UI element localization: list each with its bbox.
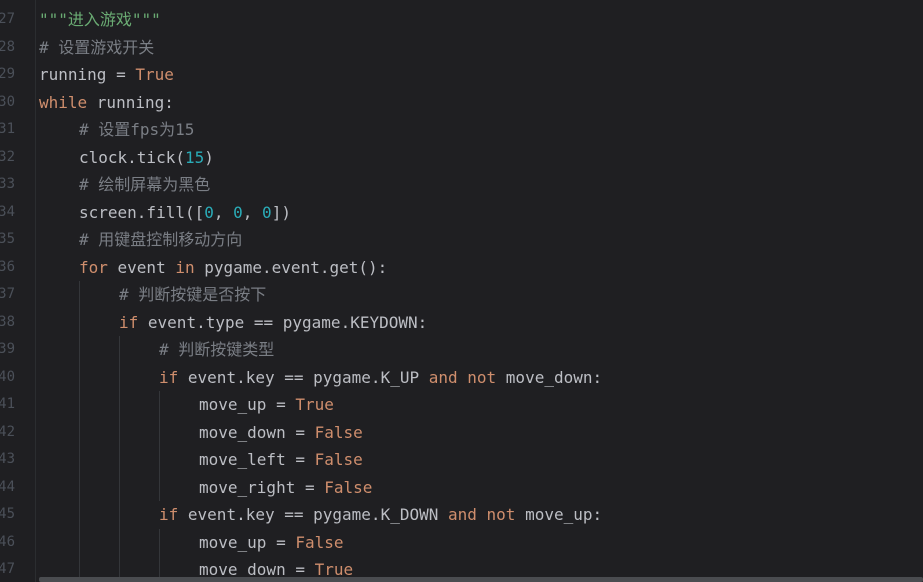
line-number: 34 [0, 203, 15, 220]
code-token: False [314, 450, 363, 469]
code-line: move_down = False [199, 419, 363, 447]
line-number: 31 [0, 121, 15, 137]
line-number: 35 [0, 231, 15, 247]
code-line: screen.fill([0, 0, 0]) [79, 199, 291, 227]
line-number: 37 [0, 286, 15, 302]
line-number: 28 [0, 38, 15, 55]
code-token: 0 [204, 202, 214, 222]
code-token: , [213, 202, 234, 222]
code-token: event.key == pygame.K_DOWN [187, 505, 448, 524]
code-token: if [119, 312, 148, 332]
line-number: 39 [0, 341, 15, 357]
code-token: pygame.event.get(): [204, 257, 388, 277]
code-line: for event in pygame.event.get(): [79, 254, 387, 282]
code-token: # 判断按键类型 [159, 340, 275, 359]
code-token: event [117, 257, 176, 277]
code-token: for [79, 257, 118, 277]
indent-guide [79, 281, 80, 582]
line-number: 43 [0, 451, 15, 467]
horizontal-scrollbar[interactable] [39, 577, 923, 582]
code-line: while running: [39, 89, 174, 117]
code-token: , [242, 202, 263, 222]
code-token: """进入游戏""" [39, 10, 161, 29]
code-token: event.key == pygame.K_UP [187, 367, 429, 387]
line-number: 29 [0, 66, 15, 82]
code-token: in [175, 257, 205, 277]
line-number: 46 [0, 533, 15, 550]
code-token: 0 [262, 202, 272, 222]
code-line: move_left = False [199, 446, 363, 474]
indent-guide [159, 391, 160, 501]
code-token: screen.fill([ [79, 202, 205, 222]
code-token: # 设置fps为15 [79, 120, 195, 139]
code-token: move_up = [199, 395, 296, 414]
line-number: 36 [0, 258, 15, 275]
line-number: 41 [0, 396, 15, 412]
code-token: # 用键盘控制移动方向 [79, 230, 243, 249]
code-token: move_down: [505, 367, 603, 387]
code-token: # 绘制屏幕为黑色 [79, 175, 211, 194]
code-line: if event.type == pygame.KEYDOWN: [119, 309, 427, 337]
code-token: move_left = [199, 450, 315, 469]
code-token: ]) [271, 202, 291, 222]
line-number: 44 [0, 478, 15, 495]
line-number: 33 [0, 176, 15, 192]
code-token: clock.tick( [79, 147, 185, 167]
line-number: 40 [0, 368, 15, 385]
code-line: """进入游戏""" [39, 6, 161, 34]
code-token: False [314, 422, 363, 442]
line-number: 42 [0, 423, 15, 440]
code-token: and not [448, 505, 526, 524]
code-token: True [135, 65, 174, 84]
line-number: 30 [0, 93, 15, 110]
code-token: # 设置游戏开关 [39, 37, 155, 57]
code-token: True [295, 395, 334, 414]
line-number: 27 [0, 11, 15, 27]
code-line: # 设置游戏开关 [39, 34, 154, 62]
code-line: move_right = False [199, 474, 372, 502]
line-number: 47 [0, 561, 15, 577]
code-line: if event.key == pygame.K_DOWN and not mo… [159, 501, 602, 529]
code-token: running: [96, 92, 174, 112]
code-token: # 判断按键是否按下 [119, 285, 267, 304]
code-area[interactable]: """进入游戏""" # 设置游戏开关 running = True while ru… [39, 0, 923, 582]
indent-guide [119, 336, 120, 582]
line-number: 45 [0, 506, 15, 522]
code-token: if [159, 367, 188, 387]
code-token: False [295, 532, 344, 552]
code-line: move_up = False [199, 529, 344, 557]
code-token: move_up = [199, 532, 296, 552]
code-line: move_up = True [199, 391, 334, 419]
code-line: # 判断按键是否按下 [119, 281, 266, 309]
line-number: 32 [0, 148, 15, 165]
indent-guide [159, 528, 160, 582]
code-token: 0 [233, 202, 243, 222]
code-token: move_down = [199, 422, 315, 442]
code-token: 15 [184, 147, 205, 167]
code-line: # 用键盘控制移动方向 [79, 226, 242, 254]
code-token: if [159, 505, 188, 524]
code-editor[interactable]: 27 28 29 30 31 32 33 34 35 36 37 38 39 40 41 42 43 44 45 46… [0, 0, 923, 582]
code-token: move_right = [199, 477, 325, 497]
code-token: while [39, 92, 97, 112]
code-line: # 判断按键类型 [159, 336, 274, 364]
line-number-gutter: 27 28 29 30 31 32 33 34 35 36 37 38 39 40 41 42 43 44 45 46… [0, 0, 36, 582]
code-token: and not [428, 367, 506, 387]
code-line: # 设置fps为15 [79, 116, 194, 144]
line-number: 38 [0, 313, 15, 330]
code-token: event.type == pygame.KEYDOWN: [147, 312, 428, 332]
code-line: if event.key == pygame.K_UP and not move… [159, 364, 602, 392]
code-line: # 绘制屏幕为黑色 [79, 171, 210, 199]
code-token: ) [204, 147, 214, 167]
code-line: clock.tick(15) [79, 144, 214, 172]
code-token: running = [39, 65, 136, 84]
code-token: move_up: [525, 505, 603, 524]
code-line: running = True [39, 61, 174, 89]
code-token: False [324, 477, 373, 497]
